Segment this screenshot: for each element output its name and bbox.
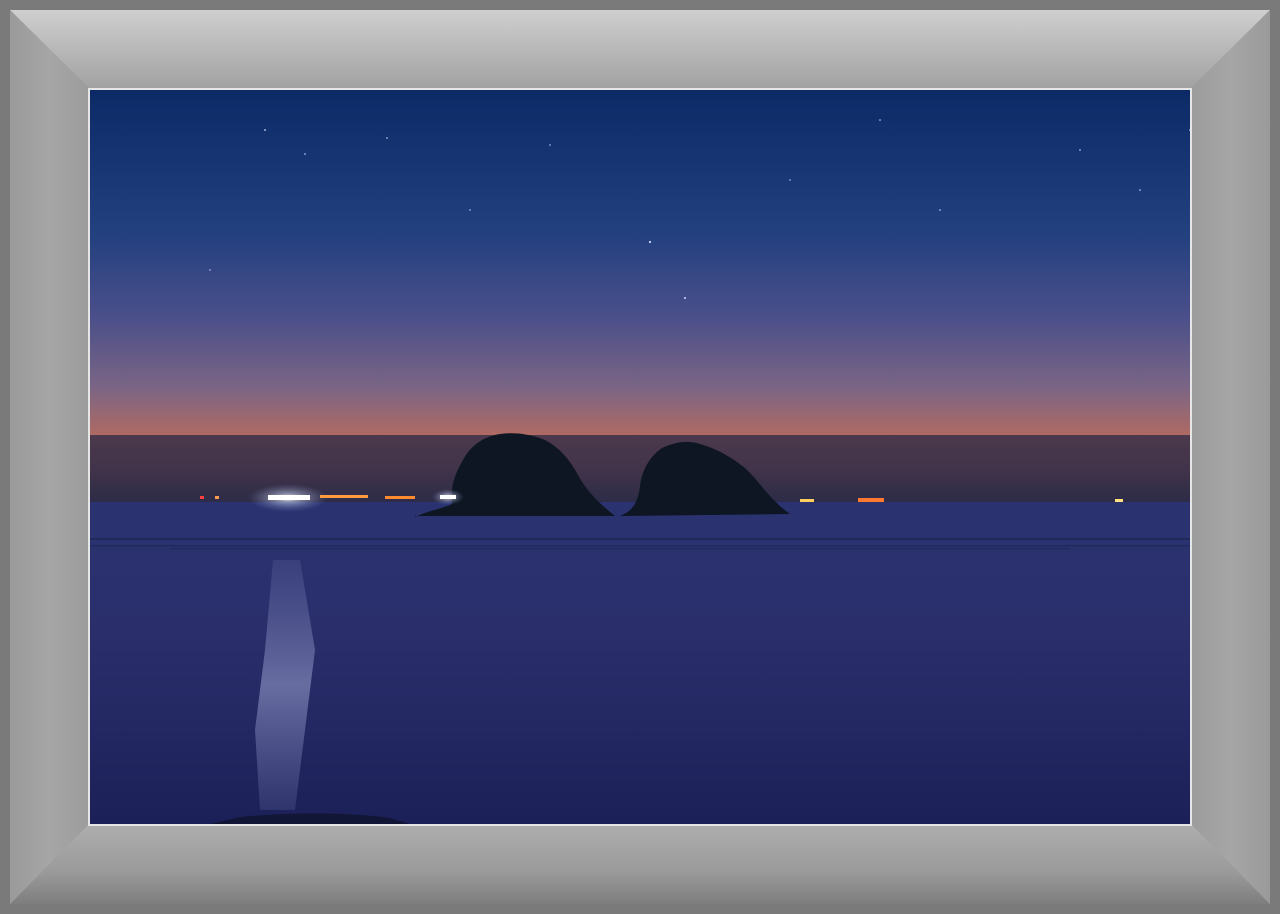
seascape-photo	[90, 90, 1190, 824]
mat-bevel-right	[1191, 10, 1270, 904]
sea	[90, 502, 1190, 824]
mat-bevel-left	[10, 10, 89, 904]
mat-bevel-top	[10, 10, 1270, 88]
seascape-image	[90, 90, 1190, 824]
mat-bevel-bottom	[10, 824, 1270, 904]
outer-frame	[0, 0, 1280, 914]
